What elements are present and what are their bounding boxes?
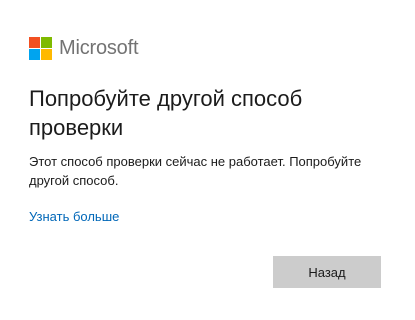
dialog-message: Этот способ проверки сейчас не работает.… (29, 154, 362, 188)
verification-dialog: Microsoft Попробуйте другой способ прове… (0, 0, 415, 320)
brand-name: Microsoft (59, 37, 139, 59)
dialog-title: Попробуйте другой способ проверки (29, 86, 303, 140)
back-button[interactable]: Назад (273, 256, 381, 288)
microsoft-brand: Microsoft (29, 37, 139, 60)
logo-square-green (41, 37, 52, 48)
microsoft-logo-icon (29, 37, 52, 60)
learn-more-link[interactable]: Узнать больше (29, 208, 119, 225)
logo-square-yellow (41, 49, 52, 60)
logo-square-blue (29, 49, 40, 60)
logo-square-red (29, 37, 40, 48)
